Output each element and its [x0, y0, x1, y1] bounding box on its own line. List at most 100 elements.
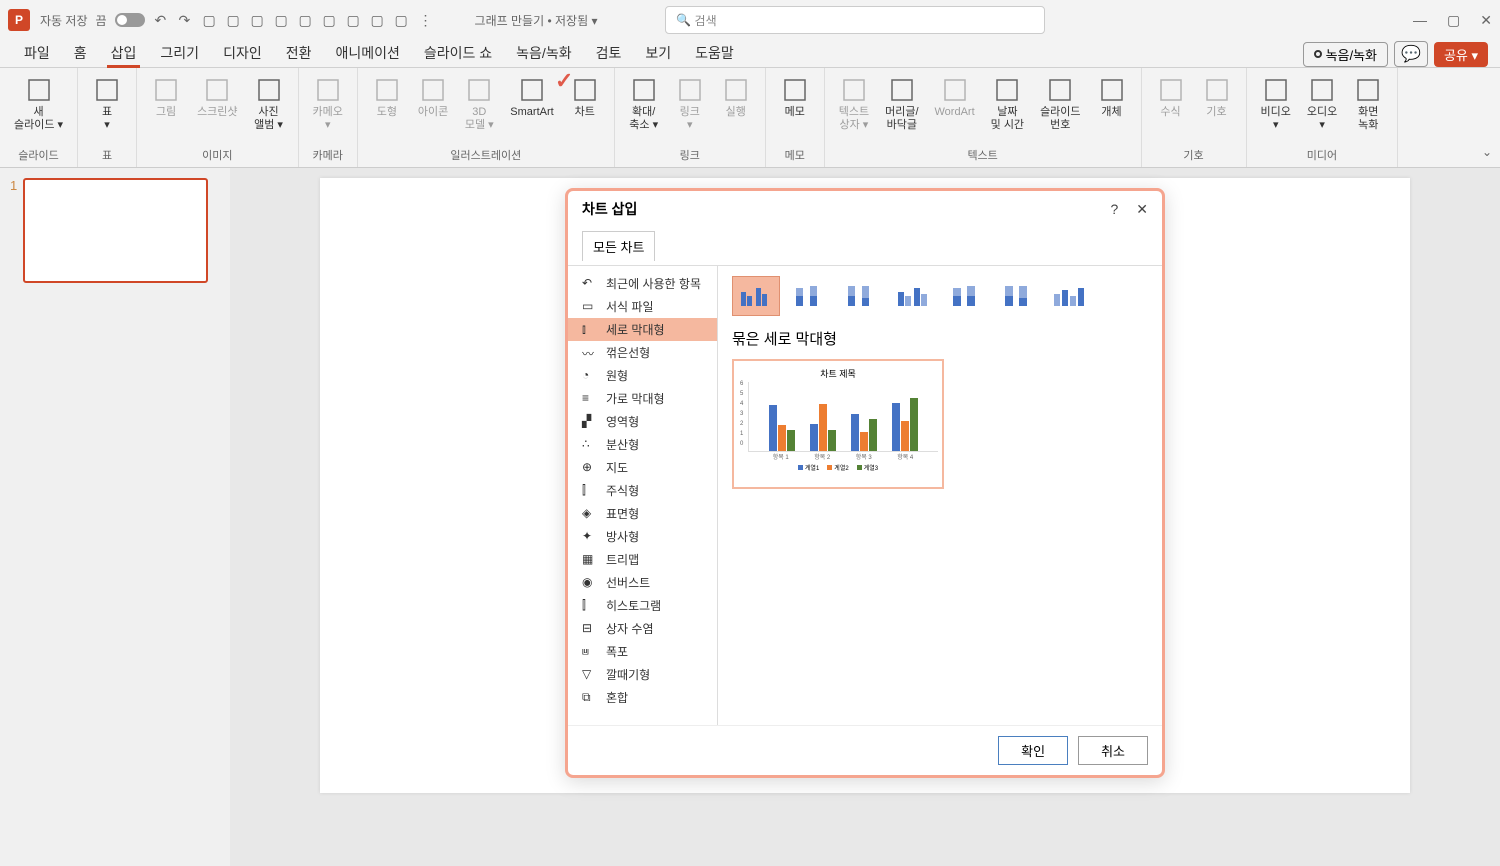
tab-애니메이션[interactable]: 애니메이션 — [323, 39, 411, 67]
minimize-button[interactable]: — — [1413, 12, 1427, 29]
chart-category-원형[interactable]: ◔원형 — [568, 364, 717, 387]
tab-전환[interactable]: 전환 — [274, 39, 324, 67]
chart-category-가로 막대형[interactable]: ≡가로 막대형 — [568, 387, 717, 410]
chart-category-혼합[interactable]: ⧉혼합 — [568, 686, 717, 709]
chart-subtype-3d-column[interactable] — [1044, 276, 1092, 316]
document-title[interactable]: 그래프 만들기 • 저장됨 ▾ — [475, 12, 598, 29]
ribbon-item-icon — [373, 76, 401, 104]
ribbon-item-차트[interactable]: 차트 — [564, 72, 606, 123]
ribbon-item-label: 오디오▾ — [1307, 106, 1337, 132]
maximize-button[interactable]: ▢ — [1447, 12, 1460, 29]
slide-thumb-item[interactable]: 1 — [10, 178, 220, 283]
dialog-close-button[interactable]: ✕ — [1136, 201, 1148, 218]
slide-thumbnail[interactable] — [23, 178, 208, 283]
ribbon-item-새-슬라이드 ▾[interactable]: 새슬라이드 ▾ — [8, 72, 69, 136]
tab-보기[interactable]: 보기 — [633, 39, 683, 67]
ribbon-item-메모[interactable]: 메모 — [774, 72, 816, 123]
record-button[interactable]: 녹음/녹화 — [1303, 42, 1388, 67]
tab-홈[interactable]: 홈 — [62, 39, 99, 67]
ribbon-item-3D-모델 ▾: 3D모델 ▾ — [458, 72, 500, 136]
tab-도움말[interactable]: 도움말 — [683, 39, 746, 67]
dialog-body: ↶최근에 사용한 항목▭서식 파일⫾세로 막대형〰꺾은선형◔원형≡가로 막대형▞… — [568, 265, 1162, 725]
chart-category-트리맵[interactable]: ▦트리맵 — [568, 548, 717, 571]
redo-icon[interactable]: ↷ — [179, 12, 195, 28]
ribbon-item-날짜-및 시간[interactable]: 날짜및 시간 — [985, 72, 1030, 136]
comments-icon[interactable]: 💬 — [1394, 41, 1428, 67]
ribbon-item-icon — [93, 76, 121, 104]
qat-more-icon[interactable]: ⋮ — [419, 12, 435, 28]
tab-녹음/녹화[interactable]: 녹음/녹화 — [504, 39, 583, 67]
ribbon-expand-icon[interactable]: ⌄ — [1482, 145, 1492, 159]
qat-icon-1[interactable]: ▢ — [203, 12, 219, 28]
chart-category-label: 방사형 — [606, 528, 639, 545]
chart-category-폭포[interactable]: ⩏폭포 — [568, 640, 717, 663]
ok-button[interactable]: 확인 — [998, 736, 1068, 765]
cancel-button[interactable]: 취소 — [1078, 736, 1148, 765]
autosave-toggle[interactable] — [115, 13, 145, 27]
qat-icon-6[interactable]: ▢ — [323, 12, 339, 28]
tab-디자인[interactable]: 디자인 — [211, 39, 274, 67]
chart-preview[interactable]: 차트 제목 6543210 항목 1항목 2항목 3항목 4 계열1계열2계열3 — [732, 359, 944, 489]
ribbon-item-icon — [722, 76, 750, 104]
chart-category-방사형[interactable]: ✦방사형 — [568, 525, 717, 548]
slide-number: 1 — [10, 178, 17, 283]
chart-category-서식 파일[interactable]: ▭서식 파일 — [568, 295, 717, 318]
ribbon-item-SmartArt[interactable]: SmartArt — [504, 72, 559, 123]
chart-category-영역형[interactable]: ▞영역형 — [568, 410, 717, 433]
ribbon-item-오디오-▾[interactable]: 오디오▾ — [1301, 72, 1343, 136]
dialog-overlay: 차트 삽입 ? ✕ 모든 차트 ↶최근에 사용한 항목▭서식 파일⫾세로 막대형… — [230, 168, 1500, 866]
tab-검토[interactable]: 검토 — [584, 39, 634, 67]
chart-subtype-stacked-column[interactable] — [784, 276, 832, 316]
chart-category-선버스트[interactable]: ◉선버스트 — [568, 571, 717, 594]
qat-icon-4[interactable]: ▢ — [275, 12, 291, 28]
tab-삽입[interactable]: 삽입 — [99, 39, 149, 67]
share-button[interactable]: 공유 ▾ — [1434, 42, 1488, 67]
dialog-tab-all-charts[interactable]: 모든 차트 — [582, 231, 655, 261]
chart-category-분산형[interactable]: ∴분산형 — [568, 433, 717, 456]
bar — [810, 424, 818, 451]
chart-category-깔때기형[interactable]: ▽깔때기형 — [568, 663, 717, 686]
ribbon-item-사진-앨범 ▾[interactable]: 사진앨범 ▾ — [248, 72, 290, 136]
chart-subtype-100-stacked-column[interactable] — [836, 276, 884, 316]
chart-category-꺾은선형[interactable]: 〰꺾은선형 — [568, 341, 717, 364]
qat-icon-7[interactable]: ▢ — [347, 12, 363, 28]
qat-icon-8[interactable]: ▢ — [371, 12, 387, 28]
ribbon-item-표-▾[interactable]: 표▾ — [86, 72, 128, 136]
chart-category-icon: ⊕ — [582, 460, 598, 476]
chart-subtype-3d-100-stacked-column[interactable] — [992, 276, 1040, 316]
chart-subtype-3d-stacked-column[interactable] — [940, 276, 988, 316]
ribbon-item-비디오-▾[interactable]: 비디오▾ — [1255, 72, 1297, 136]
undo-icon[interactable]: ↶ — [155, 12, 171, 28]
tab-그리기[interactable]: 그리기 — [148, 39, 211, 67]
search-input[interactable]: 🔍 검색 — [665, 6, 1045, 34]
close-button[interactable]: ✕ — [1480, 12, 1492, 29]
ribbon-item-개체[interactable]: 개체 — [1091, 72, 1133, 123]
tab-슬라이드 쇼[interactable]: 슬라이드 쇼 — [412, 39, 504, 67]
chart-subtype-clustered-column[interactable] — [732, 276, 780, 316]
ribbon-item-label: 그림 — [156, 106, 176, 119]
qat-icon-3[interactable]: ▢ — [251, 12, 267, 28]
chart-category-주식형[interactable]: ⫿주식형 — [568, 479, 717, 502]
dialog-help-button[interactable]: ? — [1110, 201, 1118, 218]
column3d-icon — [1050, 282, 1086, 310]
tab-파일[interactable]: 파일 — [12, 39, 62, 67]
ribbon-item-머리글/-바닥글[interactable]: 머리글/바닥글 — [879, 72, 924, 136]
chart-subtype-3d-clustered-column[interactable] — [888, 276, 936, 316]
ribbon-item-화면-녹화[interactable]: 화면녹화 — [1347, 72, 1389, 136]
chart-category-상자 수염[interactable]: ⊟상자 수염 — [568, 617, 717, 640]
qat-icon-2[interactable]: ▢ — [227, 12, 243, 28]
chart-category-지도[interactable]: ⊕지도 — [568, 456, 717, 479]
ribbon-item-슬라이드-번호[interactable]: 슬라이드번호 — [1034, 72, 1086, 136]
qat-icon-5[interactable]: ▢ — [299, 12, 315, 28]
bar-group — [851, 414, 877, 451]
chart-category-표면형[interactable]: ◈표면형 — [568, 502, 717, 525]
ribbon-item-확대/-축소 ▾[interactable]: 확대/축소 ▾ — [623, 72, 665, 136]
ribbon-item-label: 개체 — [1101, 106, 1121, 119]
x-label: 항목 3 — [856, 452, 872, 461]
chart-category-label: 분산형 — [606, 436, 639, 453]
chart-category-최근에 사용한 항목[interactable]: ↶최근에 사용한 항목 — [568, 272, 717, 295]
chart-category-히스토그램[interactable]: ⫿히스토그램 — [568, 594, 717, 617]
stacked100-column-icon — [842, 282, 878, 310]
qat-icon-9[interactable]: ▢ — [395, 12, 411, 28]
chart-category-세로 막대형[interactable]: ⫾세로 막대형 — [568, 318, 717, 341]
